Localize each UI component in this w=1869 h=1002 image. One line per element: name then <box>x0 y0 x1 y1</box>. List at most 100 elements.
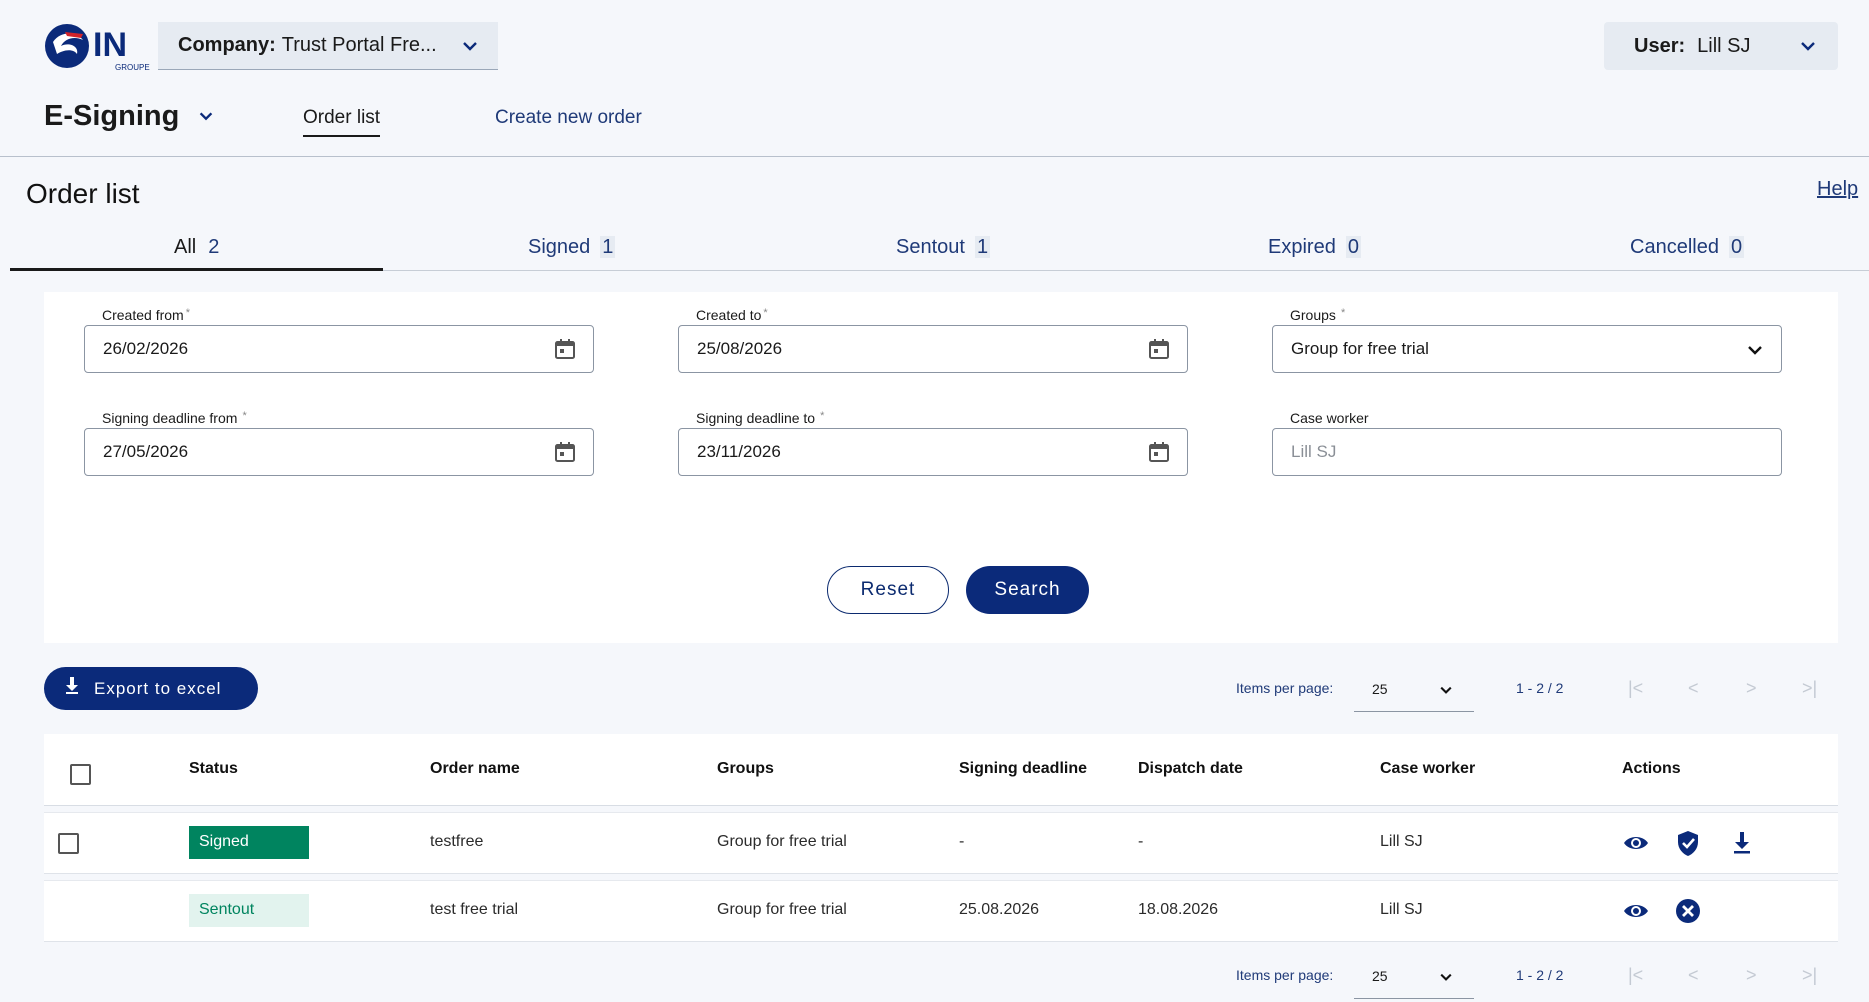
page-range: 1 - 2 / 2 <box>1516 967 1564 983</box>
next-page-icon[interactable]: > <box>1746 678 1757 699</box>
company-select[interactable]: Company: Trust Portal Fre... <box>158 22 498 70</box>
last-page-icon[interactable]: >| <box>1802 965 1817 986</box>
company-label: Company: <box>178 34 276 56</box>
col-case-worker[interactable]: Case worker <box>1380 760 1475 778</box>
items-per-page-label: Items per page: <box>1236 967 1334 983</box>
signing-deadline-from-field[interactable]: 27/05/2026 <box>84 428 594 476</box>
nav-create-new-order[interactable]: Create new order <box>495 107 642 129</box>
col-dispatch-date[interactable]: Dispatch date <box>1138 760 1243 778</box>
tab-sentout[interactable]: Sentout 1 <box>896 236 991 259</box>
download-icon[interactable] <box>1728 829 1756 857</box>
help-link[interactable]: Help <box>1817 178 1858 201</box>
company-value: Trust Portal Fre... <box>281 34 437 56</box>
col-signing-deadline[interactable]: Signing deadline <box>959 760 1087 778</box>
chevron-down-icon <box>460 36 480 62</box>
items-per-page-select[interactable]: 25 <box>1354 668 1474 712</box>
orders-table: Status Order name Groups Signing deadlin… <box>44 734 1838 942</box>
dispatch-date: 18.08.2026 <box>1138 901 1219 918</box>
first-page-icon[interactable]: |< <box>1628 965 1643 986</box>
tab-count: 0 <box>1728 236 1745 258</box>
status-badge: Sentout <box>189 894 309 927</box>
logo-subtext: GROUPE <box>115 63 150 72</box>
nav-order-list[interactable]: Order list <box>303 107 381 137</box>
tab-count: 1 <box>600 236 616 258</box>
calendar-icon[interactable] <box>553 337 577 366</box>
export-to-excel-button[interactable]: Export to excel <box>44 667 258 710</box>
items-per-page-label: Items per page: <box>1236 680 1334 696</box>
app-switcher[interactable]: E-Signing <box>44 100 215 133</box>
group: Group for free trial <box>717 833 847 850</box>
user-select[interactable]: User: Lill SJ <box>1604 22 1838 70</box>
calendar-icon[interactable] <box>1147 337 1171 366</box>
first-page-icon[interactable]: |< <box>1628 678 1643 699</box>
eye-icon[interactable] <box>1622 829 1650 857</box>
signing-to-value: 23/11/2026 <box>697 442 781 461</box>
page-title: Order list <box>26 178 140 209</box>
header-divider <box>0 156 1869 157</box>
signing-deadline: 25.08.2026 <box>959 901 1040 918</box>
download-icon <box>64 677 80 700</box>
active-tab-indicator <box>10 268 383 271</box>
reset-button[interactable]: Reset <box>827 566 949 614</box>
company-logo: IN GROUPE <box>43 20 153 72</box>
created-to-label: Created to * <box>696 307 768 323</box>
case-worker: Lill SJ <box>1380 901 1423 918</box>
signing-from-label: Signing deadline from * <box>102 410 247 426</box>
signing-deadline-to-field[interactable]: 23/11/2026 <box>678 428 1188 476</box>
items-per-page-select[interactable]: 25 <box>1354 955 1474 999</box>
calendar-icon[interactable] <box>1147 440 1171 469</box>
page-range: 1 - 2 / 2 <box>1516 680 1564 696</box>
calendar-icon[interactable] <box>553 440 577 469</box>
signing-to-label: Signing deadline to * <box>696 410 825 426</box>
search-button[interactable]: Search <box>966 566 1089 614</box>
case-worker-input[interactable]: Lill SJ <box>1272 428 1782 476</box>
groups-value: Group for free trial <box>1291 339 1429 358</box>
case-worker-label: Case worker <box>1290 410 1369 426</box>
prev-page-icon[interactable]: < <box>1688 965 1699 986</box>
created-from-value: 26/02/2026 <box>103 339 189 358</box>
chevron-down-icon <box>1798 36 1818 62</box>
chevron-down-icon <box>197 100 215 133</box>
tab-all[interactable]: All 2 <box>174 236 221 259</box>
app-title: E-Signing <box>44 100 180 132</box>
created-from-label: Created from * <box>102 307 190 323</box>
signing-from-value: 27/05/2026 <box>103 442 189 461</box>
user-label: User: <box>1634 34 1686 57</box>
pagination-top: Items per page: 25 1 - 2 / 2 |< < > >| <box>1236 668 1836 712</box>
cancel-circle-icon[interactable] <box>1674 897 1702 925</box>
order-name: test free trial <box>430 901 519 918</box>
tab-expired[interactable]: Expired 0 <box>1268 236 1361 259</box>
col-status[interactable]: Status <box>189 760 238 778</box>
order-name: testfree <box>430 833 484 850</box>
pagination-bottom: Items per page: 25 1 - 2 / 2 |< < > >| <box>1236 955 1836 999</box>
table-row[interactable]: Signed testfree Group for free trial - -… <box>44 812 1838 874</box>
created-to-field[interactable]: 25/08/2026 <box>678 325 1188 373</box>
next-page-icon[interactable]: > <box>1746 965 1757 986</box>
case-worker-placeholder: Lill SJ <box>1291 442 1337 461</box>
shield-check-icon[interactable] <box>1674 829 1702 857</box>
row-checkbox[interactable] <box>58 833 79 854</box>
select-all-checkbox[interactable] <box>70 764 91 785</box>
signing-deadline: - <box>959 833 965 850</box>
col-order-name[interactable]: Order name <box>430 760 520 778</box>
group: Group for free trial <box>717 901 847 918</box>
groups-select[interactable]: Group for free trial <box>1272 325 1782 373</box>
dispatch-date: - <box>1138 833 1144 850</box>
col-actions: Actions <box>1622 760 1681 777</box>
prev-page-icon[interactable]: < <box>1688 678 1699 699</box>
tab-count: 1 <box>974 236 991 258</box>
chevron-down-icon <box>1745 340 1765 365</box>
col-groups[interactable]: Groups <box>717 760 774 778</box>
status-badge: Signed <box>189 826 309 859</box>
created-from-field[interactable]: 26/02/2026 <box>84 325 594 373</box>
tab-cancelled[interactable]: Cancelled 0 <box>1630 236 1745 259</box>
last-page-icon[interactable]: >| <box>1802 678 1817 699</box>
table-row[interactable]: Sentout test free trial Group for free t… <box>44 880 1838 942</box>
eye-icon[interactable] <box>1622 897 1650 925</box>
logo-text: IN <box>93 26 127 64</box>
tab-signed[interactable]: Signed 1 <box>528 236 616 259</box>
user-value: Lill SJ <box>1697 34 1751 57</box>
tab-count: 0 <box>1345 236 1361 258</box>
status-tabs: All 2 Signed 1 Sentout 1 Expired 0 Cancelled… <box>10 226 1869 271</box>
items-per-page-value: 25 <box>1372 681 1388 697</box>
